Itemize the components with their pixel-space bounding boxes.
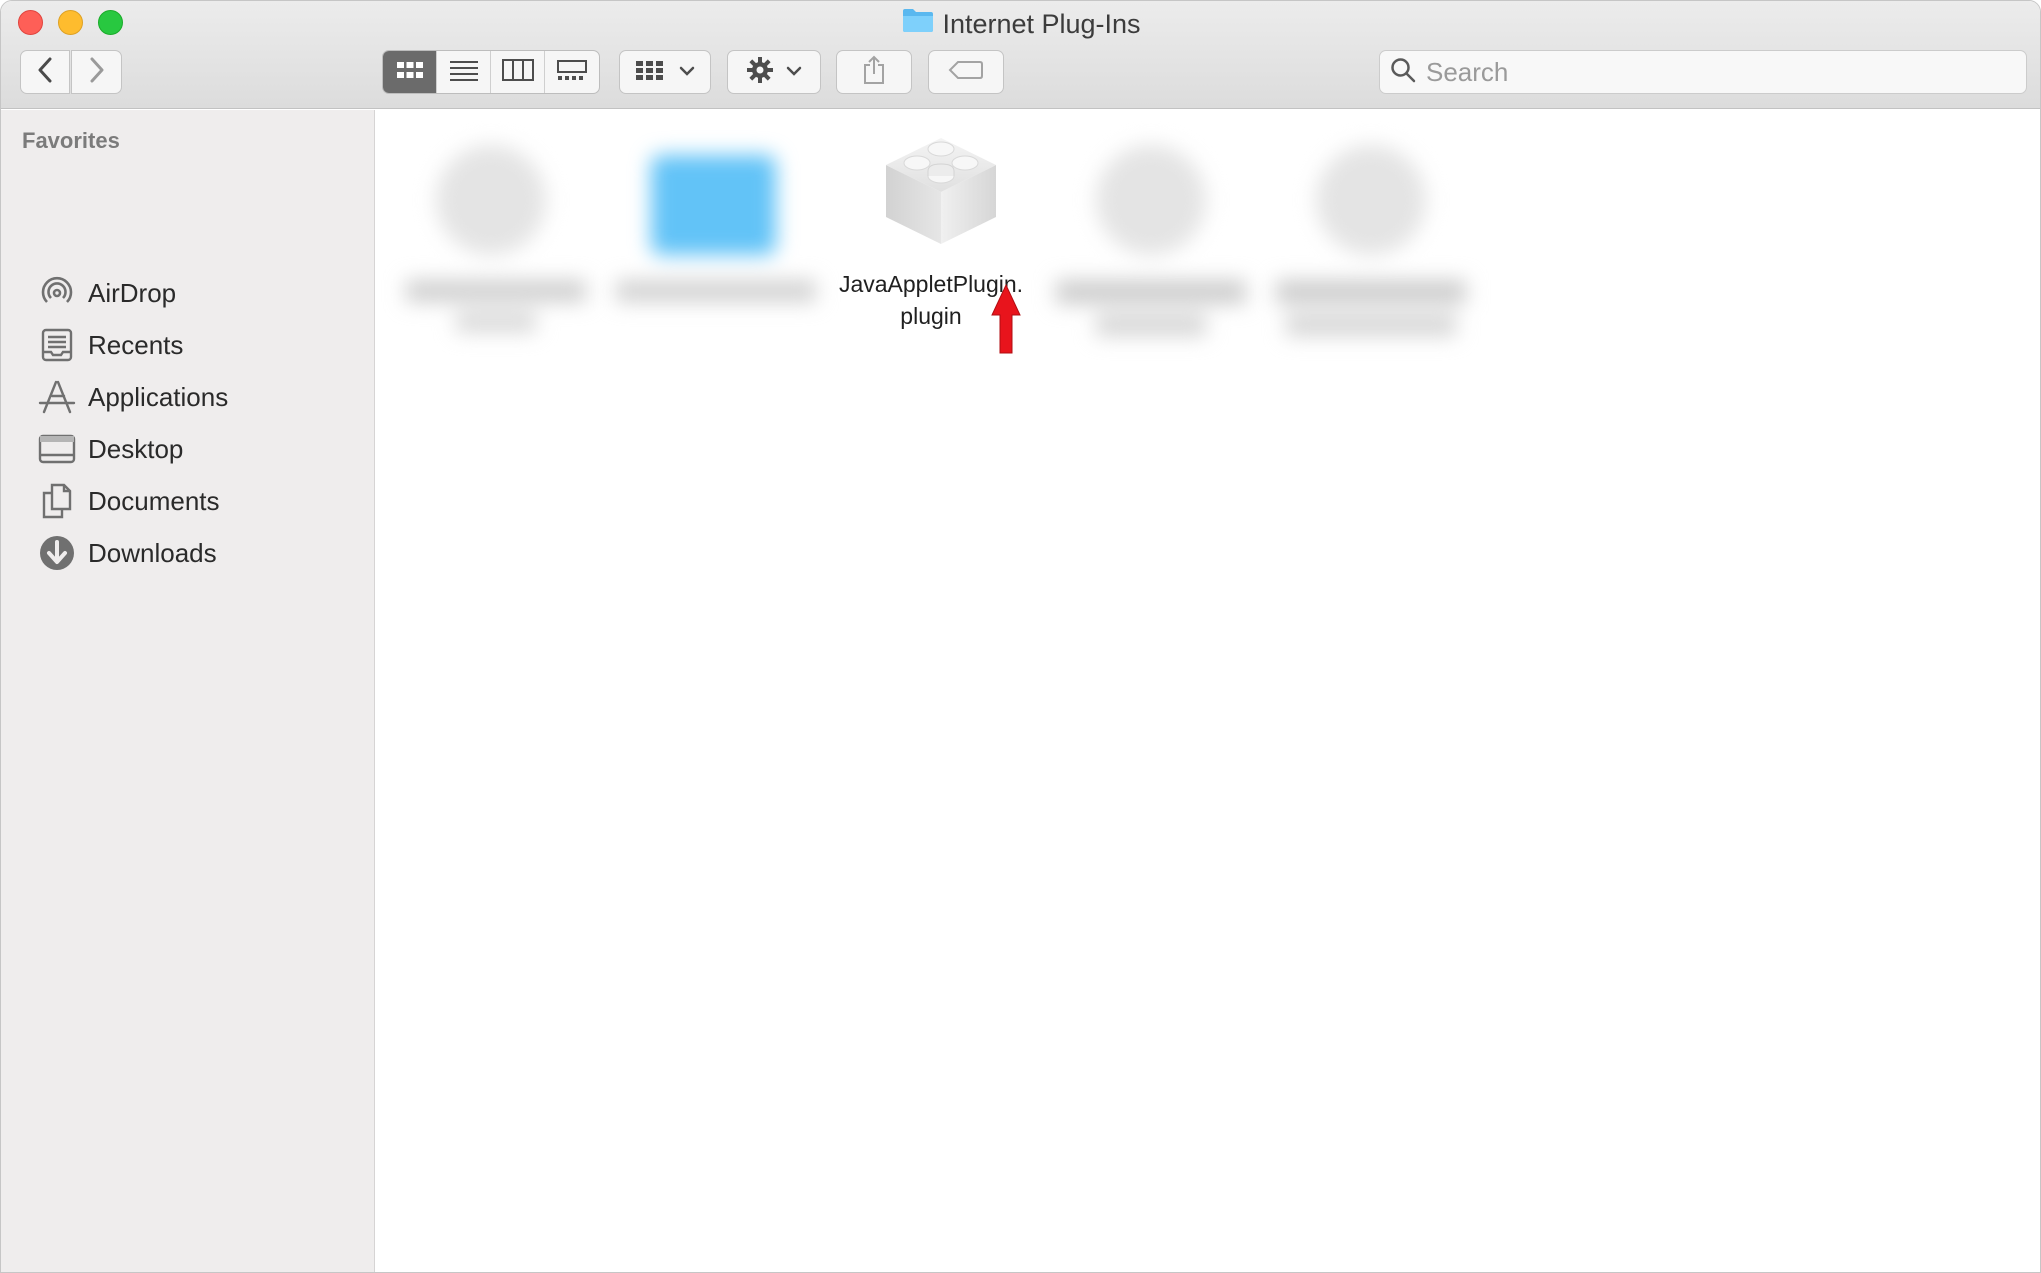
- blurred-file-item[interactable]: [396, 130, 596, 350]
- sidebar: Favorites AirDrop Recents Applications D…: [1, 110, 375, 1272]
- action-menu-button[interactable]: [727, 50, 821, 94]
- recents-icon: [37, 325, 77, 365]
- blurred-folder-item[interactable]: [606, 130, 826, 350]
- documents-icon: [37, 481, 77, 521]
- titlebar: Internet Plug-Ins: [1, 1, 2040, 109]
- blurred-file-item[interactable]: [1266, 130, 1476, 350]
- chevron-right-icon: [88, 57, 106, 88]
- window-title: Internet Plug-Ins: [1, 7, 2040, 43]
- plugin-lego-icon: [881, 130, 1001, 251]
- sidebar-item-label: Downloads: [88, 537, 217, 568]
- search-input[interactable]: [1426, 56, 1986, 88]
- file-icon-grid: JavaAppletPlugin. plugin: [376, 110, 2040, 1272]
- forward-button[interactable]: [71, 50, 122, 94]
- sidebar-item-desktop[interactable]: Desktop: [1, 424, 375, 474]
- columns-icon: [501, 58, 534, 86]
- sidebar-item-label: AirDrop: [88, 277, 177, 308]
- chevron-left-icon: [36, 57, 54, 88]
- applications-icon: [37, 377, 77, 417]
- folder-icon: [902, 7, 934, 41]
- sidebar-item-applications[interactable]: Applications: [1, 372, 375, 422]
- icon-view-button[interactable]: [383, 51, 437, 93]
- finder-window: Internet Plug-Ins Search Favorites AirDr…: [0, 0, 2041, 1273]
- red-arrow-icon: [989, 283, 1023, 360]
- sidebar-item-airdrop[interactable]: AirDrop: [1, 268, 375, 318]
- tag-icon: [948, 60, 984, 85]
- sidebar-item-label: Recents: [88, 329, 184, 360]
- grid-icon: [396, 60, 424, 85]
- sidebar-item-label: Desktop: [88, 433, 184, 464]
- group-by-icon: [635, 59, 665, 86]
- share-icon: [862, 55, 886, 90]
- chevron-down-icon: [786, 63, 802, 81]
- share-button[interactable]: [836, 50, 912, 94]
- group-by-button[interactable]: [619, 50, 711, 94]
- tags-button[interactable]: [928, 50, 1004, 94]
- gallery-icon: [556, 59, 588, 86]
- airdrop-icon: [37, 273, 77, 313]
- chevron-down-icon: [679, 63, 695, 81]
- search-icon: [1390, 57, 1416, 88]
- gear-icon: [746, 56, 774, 89]
- view-mode-control: [382, 50, 600, 94]
- gallery-view-button[interactable]: [545, 51, 599, 93]
- downloads-icon: [37, 533, 77, 573]
- sidebar-item-documents[interactable]: Documents: [1, 476, 375, 526]
- list-view-button[interactable]: [437, 51, 491, 93]
- sidebar-item-label: Documents: [88, 485, 220, 516]
- list-icon: [449, 59, 479, 86]
- sidebar-item-label: Applications: [88, 381, 229, 412]
- blurred-file-item[interactable]: [1046, 130, 1256, 350]
- window-title-text: Internet Plug-Ins: [942, 9, 1141, 39]
- sidebar-item-downloads[interactable]: Downloads: [1, 528, 375, 578]
- search-field[interactable]: [1379, 50, 2027, 94]
- sidebar-heading-favorites: Favorites: [22, 128, 120, 153]
- desktop-icon: [37, 429, 77, 469]
- column-view-button[interactable]: [491, 51, 545, 93]
- back-button[interactable]: [20, 50, 70, 94]
- sidebar-item-recents[interactable]: Recents: [1, 320, 375, 370]
